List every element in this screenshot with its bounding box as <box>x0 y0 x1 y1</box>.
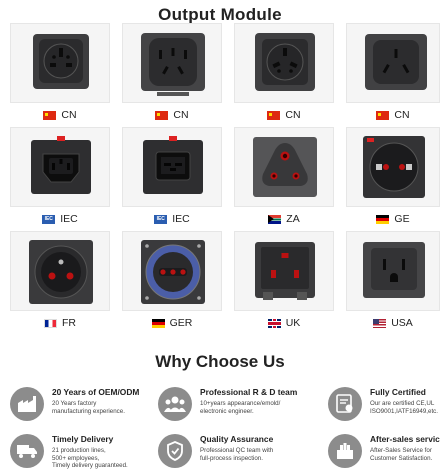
module-label: ZA <box>286 213 300 225</box>
feature-heading: Fully Certified <box>370 387 426 397</box>
flag-de-icon <box>376 214 390 224</box>
socket-image <box>122 127 222 207</box>
feature-text: Professional QC team with full-process i… <box>200 447 274 462</box>
module-label: USA <box>391 317 413 329</box>
module-card[interactable]: GE <box>346 127 440 231</box>
feature-text: 10+years appearance/emold/ electronic en… <box>200 400 281 415</box>
team-icon <box>158 387 192 421</box>
module-label: IEC <box>60 213 78 225</box>
feature-heading: Professional R & D team <box>200 387 298 397</box>
module-card[interactable]: ZA <box>234 127 334 231</box>
factory-icon <box>10 387 44 421</box>
flag-za-icon <box>268 214 282 224</box>
module-row: IEC IEC IEC IEC ZA GE <box>10 127 440 231</box>
flag-fr-icon <box>44 318 57 328</box>
module-card[interactable]: CN <box>122 23 222 127</box>
socket-image <box>122 231 222 311</box>
socket-image <box>346 23 440 103</box>
flag-cn-icon <box>155 110 169 120</box>
feature-text: After-Sales Service for Customer Satisfa… <box>370 447 433 462</box>
socket-image <box>10 127 110 207</box>
feature-item: Fully Certified Our are certified CE,UL … <box>328 387 440 431</box>
flag-iec-icon: IEC <box>42 214 56 224</box>
flag-de-icon <box>151 318 165 328</box>
feature-item: Professional R & D team 10+years appeara… <box>158 387 308 431</box>
module-card[interactable]: UK <box>234 231 334 335</box>
module-label: CN <box>173 109 189 121</box>
truck-icon <box>10 434 44 468</box>
flag-cn-icon <box>43 110 57 120</box>
socket-image <box>234 23 334 103</box>
feature-item: 20 Years of OEM/ODM 20 Years factory man… <box>10 387 160 431</box>
feature-heading: Quality Assurance <box>200 434 274 444</box>
socket-image <box>346 127 440 207</box>
module-label: GER <box>169 317 193 329</box>
feature-item: Timely Delivery 21 production lines, 500… <box>10 434 160 474</box>
socket-image <box>234 127 334 207</box>
feature-item: Quality Assurance Professional QC team w… <box>158 434 308 474</box>
module-card[interactable]: CN <box>234 23 334 127</box>
page-title: Output Module <box>158 5 282 24</box>
feature-item: After-sales service After-Sales Service … <box>328 434 440 474</box>
module-label: CN <box>394 109 410 121</box>
feature-text: 20 Years factory manufacturing experienc… <box>52 400 125 415</box>
module-row: CN CN CN CN <box>10 23 440 127</box>
module-label: UK <box>285 317 301 329</box>
module-card[interactable]: CN <box>346 23 440 127</box>
module-row: FR GER UK USA <box>10 231 440 335</box>
flag-iec-icon: IEC <box>154 214 168 224</box>
module-label: FR <box>62 317 76 329</box>
socket-image <box>10 231 110 311</box>
socket-image <box>122 23 222 103</box>
feature-heading: Timely Delivery <box>52 434 114 444</box>
shield-icon <box>158 434 192 468</box>
section-title: Why Choose Us <box>155 352 285 371</box>
socket-image <box>234 231 334 311</box>
feature-text: 21 production lines, 500+ employees, Tim… <box>52 447 128 470</box>
service-icon <box>328 434 362 468</box>
module-card[interactable]: FR <box>10 231 110 335</box>
feature-heading: After-sales service <box>370 434 440 444</box>
module-label: CN <box>285 109 301 121</box>
flag-uk-icon <box>267 318 281 328</box>
feature-text: Our are certified CE,UL ISO9001,IATF1694… <box>370 400 438 415</box>
module-card[interactable]: IEC IEC <box>10 127 110 231</box>
flag-us-icon <box>373 318 387 328</box>
module-card[interactable]: GER <box>122 231 222 335</box>
socket-image <box>10 23 110 103</box>
module-label: IEC <box>172 213 190 225</box>
module-card[interactable]: IEC IEC <box>122 127 222 231</box>
module-label: CN <box>61 109 77 121</box>
flag-cn-icon <box>267 110 281 120</box>
module-card[interactable]: USA <box>346 231 440 335</box>
module-label: GE <box>394 213 410 225</box>
module-card[interactable]: CN <box>10 23 110 127</box>
certificate-icon <box>328 387 362 421</box>
flag-cn-icon <box>376 110 390 120</box>
feature-heading: 20 Years of OEM/ODM <box>52 387 140 397</box>
socket-image <box>346 231 440 311</box>
